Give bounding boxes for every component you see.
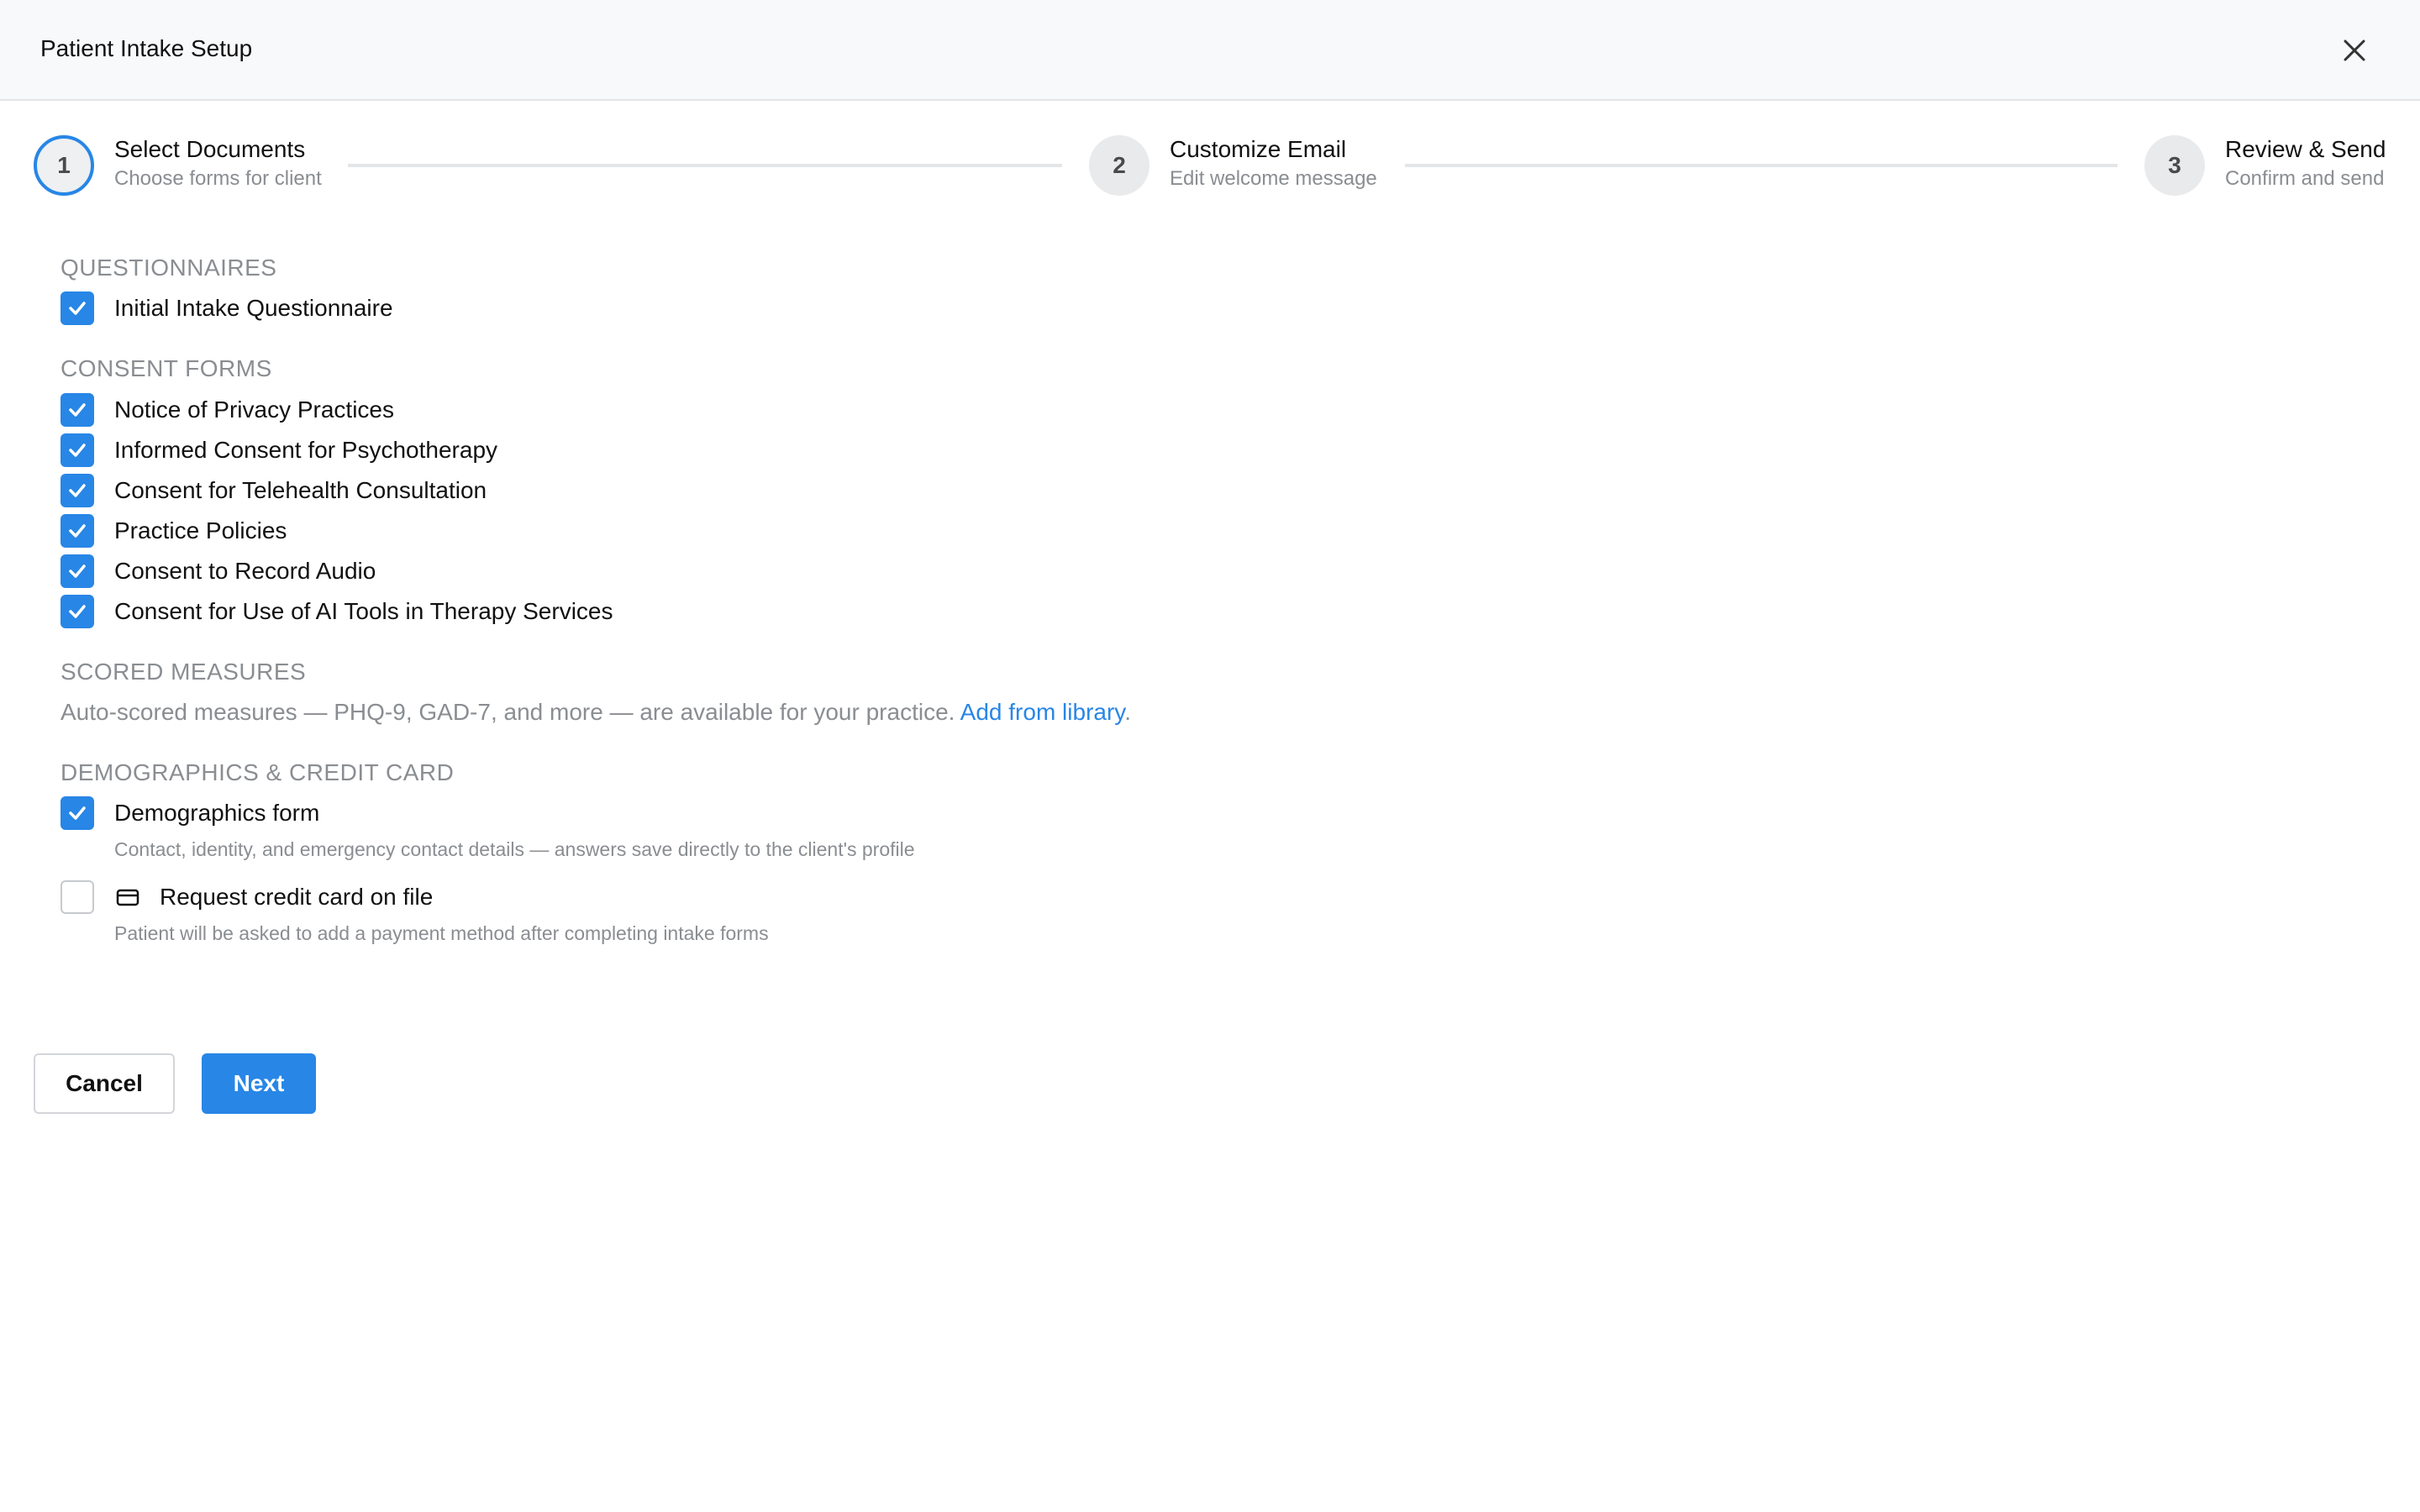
checkmark-icon <box>69 302 86 315</box>
cancel-button[interactable]: Cancel <box>34 1053 175 1114</box>
checkbox-checked[interactable] <box>60 474 94 507</box>
step-2-subtitle: Edit welcome message <box>1170 167 1377 190</box>
checkbox-row-practice-policies[interactable]: Practice Policies <box>60 514 287 548</box>
checkmark-icon <box>69 484 86 497</box>
checkbox-checked[interactable] <box>60 433 94 467</box>
checkbox-unchecked[interactable] <box>60 880 94 914</box>
demographics-helper-text: Contact, identity, and emergency contact… <box>114 838 915 860</box>
section-heading-questionnaires: QUESTIONNAIRES <box>60 255 277 281</box>
step-3-circle: 3 <box>2144 135 2205 196</box>
checkbox-label: Notice of Privacy Practices <box>114 396 394 423</box>
step-connector <box>1405 164 2118 167</box>
checkbox-row-privacy-practices[interactable]: Notice of Privacy Practices <box>60 393 394 427</box>
checkmark-icon <box>69 444 86 457</box>
checkbox-row-initial-intake[interactable]: Initial Intake Questionnaire <box>60 291 393 325</box>
step-3-subtitle: Confirm and send <box>2225 167 2385 190</box>
dialog-title: Patient Intake Setup <box>40 35 253 61</box>
close-button[interactable] <box>2331 29 2378 72</box>
scored-measures-period: . <box>1124 699 1131 725</box>
checkbox-label: Initial Intake Questionnaire <box>114 295 393 321</box>
step-2-circle: 2 <box>1089 135 1150 196</box>
checkbox-label: Consent to Record Audio <box>114 558 376 584</box>
checkbox-label: Consent for Telehealth Consultation <box>114 477 487 503</box>
checkbox-checked[interactable] <box>60 514 94 548</box>
section-heading-consent-forms: CONSENT FORMS <box>60 355 272 381</box>
checkbox-row-record-audio[interactable]: Consent to Record Audio <box>60 554 376 588</box>
add-from-library-link[interactable]: Add from library <box>960 699 1125 725</box>
checkmark-icon <box>69 806 86 820</box>
checkbox-label: Practice Policies <box>114 517 287 543</box>
step-3-title: Review & Send <box>2225 136 2386 162</box>
checkmark-icon <box>69 605 86 618</box>
step-2-title: Customize Email <box>1170 136 1347 162</box>
checkbox-label: Informed Consent for Psychotherapy <box>114 437 498 463</box>
checkbox-checked[interactable] <box>60 595 94 628</box>
close-icon <box>2344 39 2365 61</box>
checkbox-checked[interactable] <box>60 393 94 427</box>
step-1-subtitle: Choose forms for client <box>114 167 322 190</box>
checkmark-icon <box>69 403 86 417</box>
section-heading-scored-measures: SCORED MEASURES <box>60 659 307 685</box>
checkbox-label: Consent for Use of AI Tools in Therapy S… <box>114 598 613 624</box>
checkbox-label: Request credit card on file <box>160 884 434 910</box>
checkmark-icon <box>69 524 86 538</box>
scored-measures-text: Auto-scored measures — PHQ-9, GAD-7, and… <box>60 699 960 725</box>
step-1-circle: 1 <box>34 135 94 196</box>
credit-card-helper-text: Patient will be asked to add a payment m… <box>114 922 769 944</box>
next-button[interactable]: Next <box>202 1053 316 1114</box>
checkbox-row-telehealth[interactable]: Consent for Telehealth Consultation <box>60 474 487 507</box>
checkbox-checked[interactable] <box>60 796 94 830</box>
dialog-header: Patient Intake Setup <box>0 0 2420 101</box>
checkmark-icon <box>69 564 86 578</box>
step-connector <box>348 164 1062 167</box>
checkbox-row-informed-consent[interactable]: Informed Consent for Psychotherapy <box>60 433 497 467</box>
credit-card-icon <box>116 885 139 909</box>
checkbox-row-demographics-form[interactable]: Demographics form <box>60 796 319 830</box>
checkbox-row-credit-card[interactable]: Request credit card on file <box>60 880 433 914</box>
scored-measures-description: Auto-scored measures — PHQ-9, GAD-7, and… <box>60 699 1131 726</box>
step-1-title: Select Documents <box>114 136 306 162</box>
checkbox-row-ai-tools[interactable]: Consent for Use of AI Tools in Therapy S… <box>60 595 613 628</box>
section-heading-demographics: DEMOGRAPHICS & CREDIT CARD <box>60 759 455 785</box>
checkbox-checked[interactable] <box>60 554 94 588</box>
checkbox-checked[interactable] <box>60 291 94 325</box>
checkbox-label: Demographics form <box>114 800 320 826</box>
